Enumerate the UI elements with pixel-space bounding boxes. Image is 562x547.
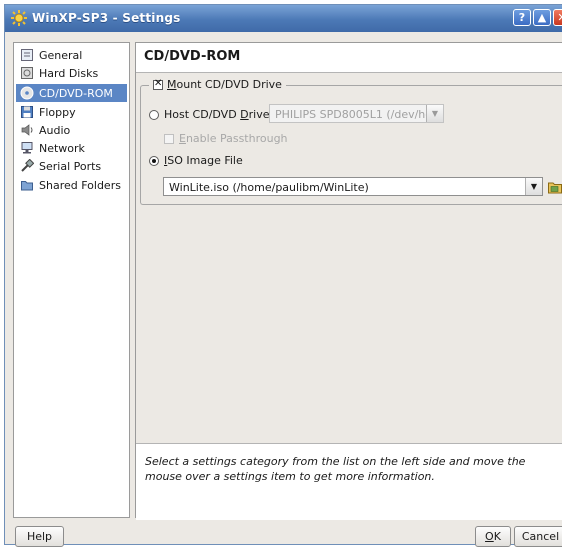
mount-drive-group: Mount CD/DVD Drive Host CD/DVD Drive PHI… [140,78,562,205]
cd-dvd-icon [20,86,34,100]
sidebar-item-floppy[interactable]: Floppy [16,103,127,121]
mount-drive-label: Mount CD/DVD Drive [167,78,282,91]
info-text: Select a settings category from the list… [145,455,526,483]
sidebar-item-audio[interactable]: Audio [16,121,127,139]
page-header: CD/DVD-ROM [136,43,562,73]
passthrough-checkbox[interactable] [164,134,174,144]
close-icon: ✕ [557,11,562,24]
passthrough-label: Enable Passthrough [179,132,288,145]
hard-disk-icon [21,67,33,79]
window-title: WinXP-SP3 - Settings [32,11,181,25]
close-button[interactable]: ✕ [553,9,562,26]
question-mark-icon: ? [518,11,526,24]
sidebar-item-serial-ports[interactable]: Serial Ports [16,157,127,175]
serial-port-icon [21,159,34,172]
sidebar-item-label: CD/DVD-ROM [39,87,113,100]
settings-dialog: WinXP-SP3 - Settings ? ▲ ✕ General Hard … [4,4,562,547]
page-title: CD/DVD-ROM [144,49,241,64]
sidebar-item-hard-disks[interactable]: Hard Disks [16,64,127,82]
ok-button[interactable]: OK [475,526,511,547]
floppy-icon [21,106,33,118]
sidebar-item-label: Serial Ports [39,160,102,173]
help-button[interactable]: Help [15,526,64,547]
sidebar-item-label: Floppy [39,106,76,119]
host-drive-label[interactable]: Host CD/DVD Drive [164,108,270,121]
sidebar-item-label: Network [39,142,85,155]
maximize-icon: ▲ [537,11,547,24]
virtualbox-app-icon [11,10,27,26]
shared-folder-icon [21,181,33,191]
mount-drive-checkbox[interactable]: Mount CD/DVD Drive [149,78,286,91]
host-drive-radio[interactable] [149,110,159,120]
iso-image-radio[interactable] [149,156,159,166]
sidebar-item-cd-dvd-rom[interactable]: CD/DVD-ROM [16,84,127,102]
sidebar-item-shared-folders[interactable]: Shared Folders [16,176,127,194]
sidebar-item-label: Hard Disks [39,67,99,80]
maximize-button[interactable]: ▲ [533,9,551,26]
sidebar-item-network[interactable]: Network [16,139,127,157]
chevron-down-icon: ▼ [426,105,443,122]
settings-page: CD/DVD-ROM Mount CD/DVD Drive Host CD/DV… [135,42,562,520]
network-icon [21,142,33,154]
sidebar-item-general[interactable]: General [16,46,127,64]
open-iso-file-icon[interactable] [547,179,562,195]
chevron-down-icon: ▼ [525,178,542,195]
sidebar-item-label: Audio [39,124,71,137]
iso-image-label[interactable]: ISO Image File [164,154,243,167]
context-help-button[interactable]: ? [513,9,531,26]
sidebar-item-label: General [39,49,83,62]
iso-image-value: WinLite.iso (/home/paulibm/WinLite) [169,181,369,194]
info-panel: Select a settings category from the list… [136,443,562,520]
host-drive-value: PHILIPS SPD8005L1 (/dev/hdc) [275,108,443,121]
mount-checkbox-box[interactable] [153,78,163,90]
sidebar-item-label: Shared Folders [39,179,121,192]
title-bar[interactable]: WinXP-SP3 - Settings ? ▲ ✕ [5,5,562,32]
general-icon [21,49,33,61]
iso-image-select[interactable]: WinLite.iso (/home/paulibm/WinLite) ▼ [163,177,543,196]
cancel-button[interactable]: Cancel [514,526,562,547]
host-drive-select[interactable]: PHILIPS SPD8005L1 (/dev/hdc) ▼ [269,104,444,123]
audio-icon [21,124,33,136]
settings-category-list[interactable]: General Hard Disks CD/DVD-ROM Floppy Aud… [13,42,130,518]
